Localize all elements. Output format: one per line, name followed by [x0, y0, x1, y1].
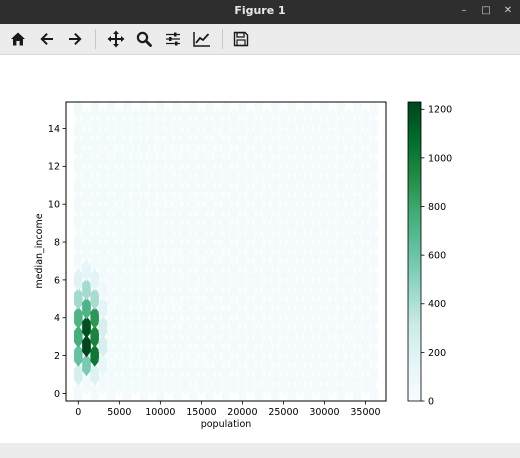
y-tick-label: 0: [54, 389, 60, 400]
back-arrow-icon: [39, 31, 55, 47]
figure-window: Figure 1 – □ ✕ 0 5000 10000 15000 20000 …: [0, 0, 520, 458]
y-axis-label: median_income: [34, 213, 45, 288]
close-button[interactable]: ✕: [500, 3, 516, 19]
maximize-button[interactable]: □: [478, 3, 494, 19]
zoom-magnifier-icon: [136, 31, 152, 47]
colorbar-tick-label: 1000: [428, 153, 452, 164]
title-bar: Figure 1 – □ ✕: [0, 0, 520, 24]
edit-axis-button[interactable]: [191, 28, 213, 50]
forward-button[interactable]: [64, 28, 86, 50]
forward-arrow-icon: [67, 31, 83, 47]
pan-button[interactable]: [105, 28, 127, 50]
back-button[interactable]: [36, 28, 58, 50]
x-tick-label: 0: [75, 407, 81, 418]
colorbar-tick-label: 800: [428, 202, 446, 213]
colorbar: [407, 101, 422, 402]
x-axis: 0 5000 10000 15000 20000 25000 30000 35000: [75, 401, 381, 418]
status-bar: [0, 443, 520, 458]
colorbar-tick-label: 1200: [428, 105, 452, 116]
colorbar-tick-label: 200: [428, 348, 446, 359]
y-tick-label: 6: [54, 275, 60, 286]
hexbin-cells: [73, 102, 379, 401]
toolbar-separator: [222, 29, 223, 49]
y-tick-label: 4: [54, 313, 60, 324]
toolbar-separator: [95, 29, 96, 49]
y-axis: 0 2 4 6 8 10 12 14: [48, 124, 66, 400]
save-floppy-icon: [233, 31, 249, 47]
y-tick-label: 8: [54, 237, 60, 248]
home-icon: [10, 31, 26, 47]
x-tick-label: 30000: [309, 407, 339, 418]
x-axis-label: population: [201, 419, 252, 430]
navigation-toolbar: [0, 24, 520, 55]
edit-axis-icon: [193, 31, 211, 47]
x-tick-label: 10000: [145, 407, 175, 418]
colorbar-tick-label: 400: [428, 299, 446, 310]
save-button[interactable]: [230, 28, 252, 50]
hexbin-plot: 0 5000 10000 15000 20000 25000 30000 35000 0246…: [34, 101, 452, 430]
colorbar-tick-label: 0: [428, 396, 434, 407]
colorbar-tick-label: 600: [428, 251, 446, 262]
y-tick-label: 2: [54, 351, 60, 362]
home-button[interactable]: [7, 28, 29, 50]
configure-subplots-button[interactable]: [162, 28, 184, 50]
figure-canvas[interactable]: 0 5000 10000 15000 20000 25000 30000 35000 0246…: [0, 55, 520, 443]
x-tick-label: 35000: [350, 407, 380, 418]
x-tick-label: 20000: [227, 407, 257, 418]
colorbar-ticks: 0 200 400 600 800 1000 1200: [421, 105, 452, 407]
minimize-button[interactable]: –: [456, 3, 472, 19]
x-tick-label: 15000: [186, 407, 216, 418]
zoom-button[interactable]: [133, 28, 155, 50]
y-tick-label: 10: [48, 200, 60, 211]
configure-subplots-icon: [165, 31, 181, 47]
pan-move-icon: [107, 30, 125, 48]
x-tick-label: 25000: [268, 407, 298, 418]
window-title: Figure 1: [234, 4, 286, 17]
y-tick-label: 12: [48, 162, 60, 173]
x-tick-label: 5000: [107, 407, 131, 418]
y-tick-label: 14: [48, 124, 60, 135]
